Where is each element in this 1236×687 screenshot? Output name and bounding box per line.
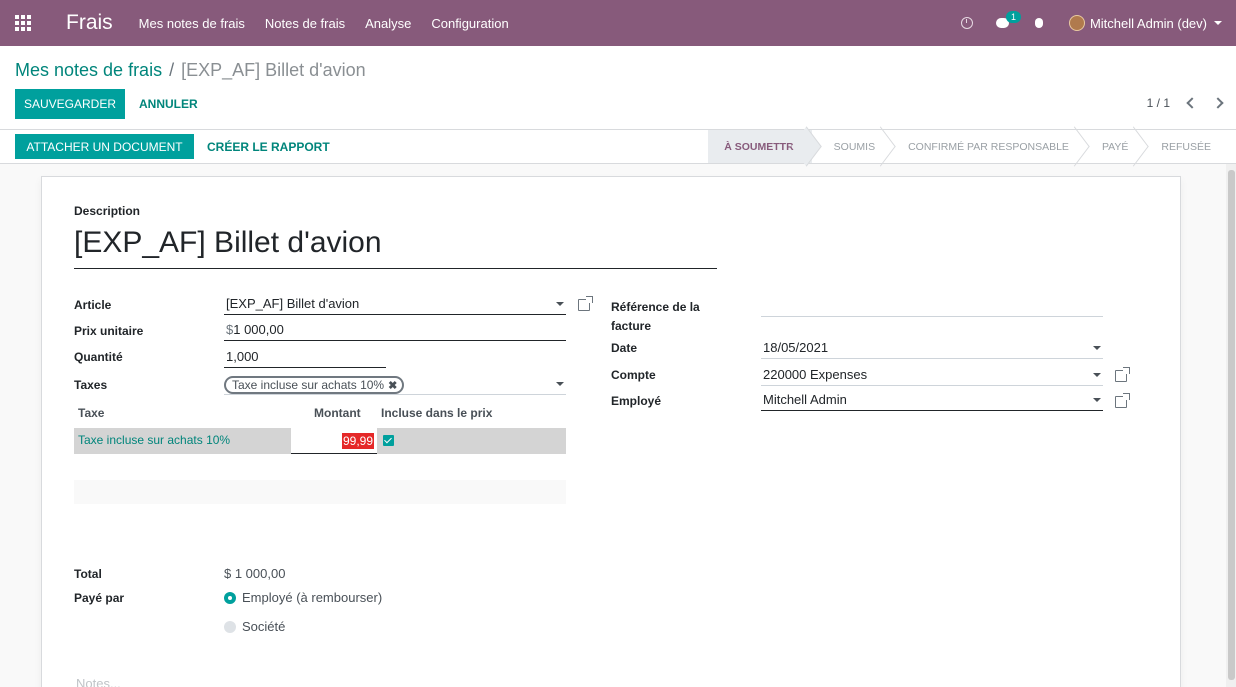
pager: 1 / 1 (1146, 96, 1224, 110)
date-value: 18/05/2021 (763, 340, 829, 355)
breadcrumb-parent[interactable]: Mes notes de frais (15, 60, 162, 81)
user-name: Mitchell Admin (dev) (1089, 15, 1207, 31)
status-bar: ATTACHER UN DOCUMENT CRÉER LE RAPPORT À … (0, 129, 1236, 164)
breadcrumb-current: [EXP_AF] Billet d'avion (181, 60, 366, 80)
avatar (1068, 15, 1085, 31)
stage-pipeline: À SOUMETTRE SOUMIS CONFIRMÉ PAR RESPONSA… (708, 130, 1222, 163)
chevron-down-icon (556, 302, 564, 306)
paid-by-company-label[interactable]: Société (242, 619, 285, 634)
description-input[interactable]: [EXP_AF] Billet d'avion (74, 225, 717, 269)
employee-label: Employé (611, 394, 662, 408)
tax-col-header-tax: Taxe (78, 406, 105, 420)
chevron-right-icon[interactable] (1212, 97, 1224, 109)
unit-price-input[interactable]: $ 1 000,00 (224, 319, 566, 341)
messaging-icon[interactable]: 1 (985, 0, 1021, 46)
caret-down-icon (1214, 21, 1222, 25)
tax-tag-label: Taxe incluse sur achats 10% (232, 378, 385, 392)
chevron-down-icon (556, 382, 564, 386)
account-label: Compte (611, 368, 656, 382)
menu-configuration[interactable]: Configuration (421, 16, 518, 31)
account-select[interactable]: 220000 Expenses (761, 364, 1103, 386)
paid-by-company-radio[interactable] (224, 621, 236, 633)
menu-analysis[interactable]: Analyse (355, 16, 421, 31)
article-select[interactable]: [EXP_AF] Billet d'avion (224, 293, 566, 315)
description-label: Description (74, 204, 141, 218)
apps-menu-icon[interactable] (0, 0, 46, 46)
paid-by-label: Payé par (74, 591, 125, 605)
invoice-ref-label: Référence de la facture (611, 300, 700, 333)
debug-bug-icon[interactable] (1021, 0, 1057, 46)
total-value: $ 1 000,00 (224, 566, 286, 581)
external-link-icon[interactable] (578, 296, 593, 311)
stage-approved[interactable]: CONFIRMÉ PAR RESPONSABLE (886, 130, 1080, 163)
invoice-ref-input[interactable] (761, 295, 1103, 317)
remove-tag-icon[interactable]: ✖ (388, 379, 397, 392)
user-menu[interactable]: Mitchell Admin (dev) (1057, 15, 1236, 31)
tax-tag[interactable]: Taxe incluse sur achats 10% ✖ (224, 376, 405, 394)
employee-value: Mitchell Admin (763, 392, 847, 407)
table-row-empty (74, 480, 566, 504)
total-label: Total (74, 567, 102, 581)
scrollbar[interactable] (1226, 164, 1236, 687)
chevron-down-icon (1093, 373, 1101, 377)
stage-submitted[interactable]: SOUMIS (812, 130, 886, 163)
date-label: Date (611, 341, 638, 355)
activity-clock-icon[interactable] (949, 0, 985, 46)
account-value: 220000 Expenses (763, 367, 868, 382)
tax-amount-value: 99,99 (341, 433, 374, 449)
top-navbar: Frais Mes notes de frais Notes de frais … (0, 0, 1236, 46)
save-button[interactable]: SAUVEGARDER (15, 89, 125, 119)
taxes-label: Taxes (74, 378, 108, 392)
external-link-icon[interactable] (1115, 393, 1130, 408)
create-report-button[interactable]: CRÉER LE RAPPORT (207, 134, 330, 159)
tax-amount-input[interactable]: 99,99 (291, 428, 377, 454)
unit-price-label: Prix unitaire (74, 324, 144, 338)
stage-to-submit[interactable]: À SOUMETTRE (708, 130, 812, 163)
menu-expenses[interactable]: Notes de frais (255, 16, 355, 31)
article-label: Article (74, 298, 112, 312)
attach-document-button[interactable]: ATTACHER UN DOCUMENT (15, 134, 194, 159)
quantity-input[interactable]: 1,000 (224, 346, 386, 368)
tax-row-name[interactable]: Taxe incluse sur achats 10% (78, 433, 230, 447)
breadcrumb: Mes notes de frais / [EXP_AF] Billet d'a… (15, 60, 366, 81)
external-link-icon[interactable] (1115, 367, 1130, 382)
discard-button[interactable]: ANNULER (139, 89, 198, 119)
date-input[interactable]: 18/05/2021 (761, 337, 1103, 359)
chevron-down-icon (1093, 398, 1101, 402)
stage-refused[interactable]: REFUSÉE (1139, 130, 1222, 163)
menu-my-expenses[interactable]: Mes notes de frais (129, 16, 255, 31)
app-brand[interactable]: Frais (66, 11, 113, 35)
employee-select[interactable]: Mitchell Admin (761, 389, 1103, 411)
notes-field[interactable]: Notes... (76, 676, 121, 687)
paid-by-employee-label[interactable]: Employé (à rembourser) (242, 590, 382, 605)
tax-col-header-included: Incluse dans le prix (381, 406, 493, 420)
chevron-down-icon (1093, 346, 1101, 350)
messaging-badge: 1 (1005, 11, 1021, 23)
paid-by-employee-radio[interactable] (224, 592, 236, 604)
quantity-label: Quantité (74, 350, 123, 364)
currency-symbol: $ (226, 322, 234, 337)
breadcrumb-separator: / (169, 60, 175, 80)
included-in-price-checkbox[interactable] (383, 435, 394, 446)
quantity-value: 1,000 (226, 349, 259, 364)
pager-value: 1 / 1 (1146, 96, 1170, 110)
tax-col-header-amount: Montant (314, 406, 361, 420)
article-value: [EXP_AF] Billet d'avion (226, 296, 360, 311)
unit-price-value: 1 000,00 (233, 322, 284, 337)
navbar-systray: 1 Mitchell Admin (dev) (949, 0, 1236, 46)
chevron-left-icon[interactable] (1186, 97, 1198, 109)
